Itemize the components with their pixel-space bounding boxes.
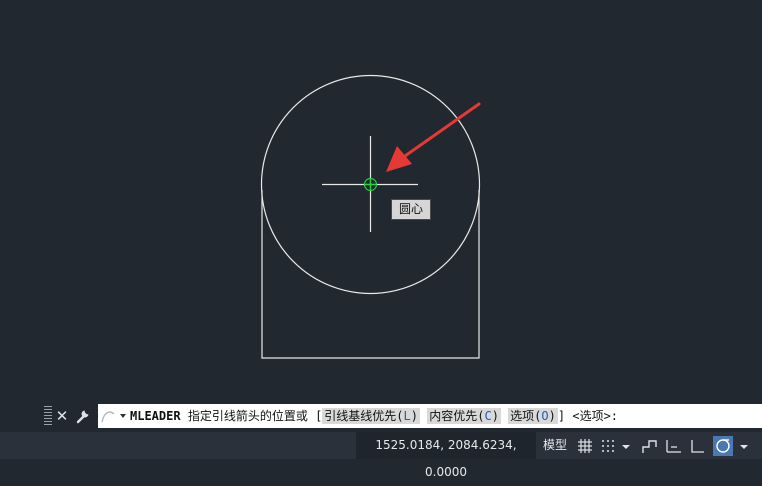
red-arrow-annotation	[386, 102, 481, 172]
drawing-canvas[interactable]	[0, 0, 762, 400]
option-options[interactable]: 选项(O)	[508, 408, 558, 424]
close-icon[interactable]: ✕	[54, 405, 70, 427]
center-snap-marker	[363, 177, 378, 192]
wrench-icon[interactable]	[74, 407, 92, 425]
chevron-down-icon[interactable]	[620, 436, 632, 456]
command-line-bar: ✕ MLEADER 指定引线箭头的位置或 [引线基线优先(L) 内容优先(C) …	[0, 403, 762, 429]
osnap-icon[interactable]	[713, 436, 733, 456]
polar-icon[interactable]	[664, 436, 684, 456]
coordinate-readout[interactable]: 1525.0184, 2084.6234, 0.0000	[356, 432, 536, 479]
snap-icon[interactable]	[598, 436, 618, 456]
default-option: <选项>:	[572, 409, 619, 423]
grid-icon[interactable]	[575, 436, 595, 456]
ortho-icon[interactable]	[640, 436, 660, 456]
option-content-first[interactable]: 内容优先(C)	[427, 408, 501, 424]
infer-constraint-icon[interactable]	[688, 436, 708, 456]
model-tab[interactable]: 模型	[539, 432, 571, 459]
command-prompt: 指定引线箭头的位置或	[187, 409, 308, 423]
chevron-down-icon[interactable]	[738, 436, 750, 456]
command-name: MLEADER	[130, 409, 181, 423]
status-bar: 1525.0184, 2084.6234, 0.0000 模型	[0, 432, 762, 479]
command-input[interactable]: MLEADER 指定引线箭头的位置或 [引线基线优先(L) 内容优先(C) 选项…	[98, 404, 762, 428]
recent-commands-icon[interactable]	[98, 404, 130, 428]
option-leader-first[interactable]: 引线基线优先(L)	[322, 408, 420, 424]
osnap-tooltip: 圆心	[391, 199, 431, 220]
drag-grip-handle[interactable]	[44, 406, 52, 426]
bracket-close: ]	[557, 409, 566, 423]
